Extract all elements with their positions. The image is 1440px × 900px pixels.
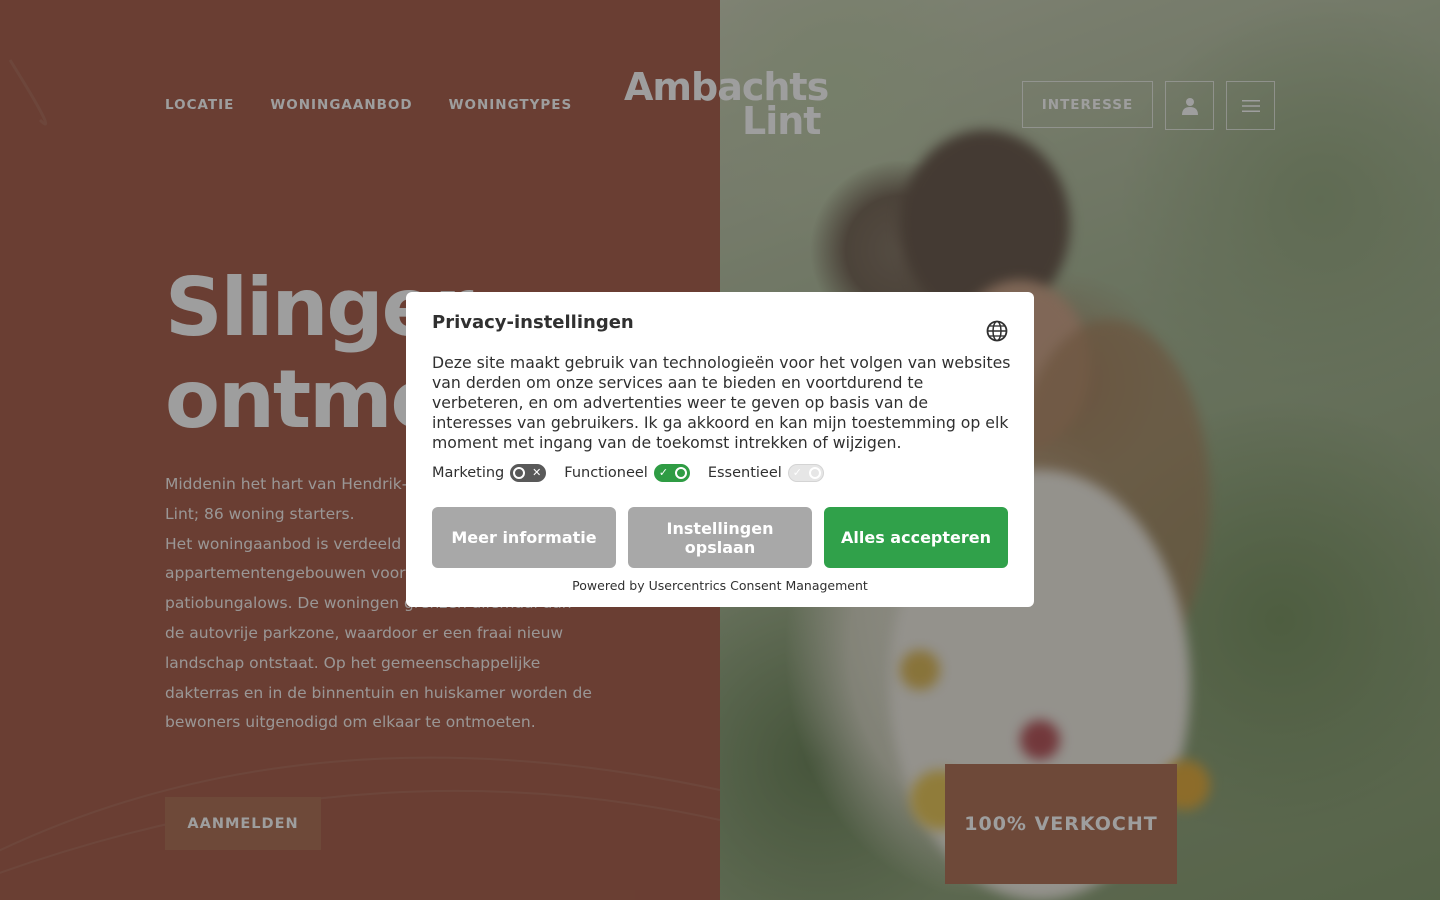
powered-by-link[interactable]: Powered by Usercentrics Consent Manageme… [406, 578, 1034, 593]
toggle-group-marketing: Marketing ✕ [432, 464, 547, 482]
toggle-label-functioneel: Functioneel [564, 465, 648, 481]
essential-toggle: ✓ [787, 464, 824, 482]
dialog-actions: Meer informatie Instellingen opslaan All… [432, 507, 1008, 568]
dialog-body: Deze site maakt gebruik van technologieë… [432, 353, 1011, 452]
marketing-toggle[interactable]: ✕ [510, 464, 547, 482]
check-icon: ✓ [658, 466, 669, 479]
dialog-title: Privacy-instellingen [432, 312, 634, 333]
cross-icon: ✕ [532, 466, 542, 479]
toggle-knob [808, 467, 821, 479]
consent-toggles: Marketing ✕ Functioneel ✓ Essentieel ✓ [432, 464, 842, 482]
toggle-group-functioneel: Functioneel ✓ [564, 464, 690, 482]
toggle-label-essentieel: Essentieel [707, 465, 782, 481]
globe-icon[interactable] [986, 320, 1008, 342]
check-icon: ✓ [792, 466, 803, 479]
toggle-group-essentieel: Essentieel ✓ [708, 464, 824, 482]
more-info-button[interactable]: Meer informatie [432, 507, 616, 568]
save-settings-button[interactable]: Instellingen opslaan [628, 507, 812, 568]
accept-all-button[interactable]: Alles accepteren [824, 507, 1008, 568]
toggle-knob [674, 467, 687, 479]
toggle-label-marketing: Marketing [432, 465, 505, 481]
toggle-knob [513, 467, 526, 479]
privacy-settings-dialog: Privacy-instellingen Deze site maakt geb… [406, 292, 1034, 607]
functional-toggle[interactable]: ✓ [653, 464, 690, 482]
